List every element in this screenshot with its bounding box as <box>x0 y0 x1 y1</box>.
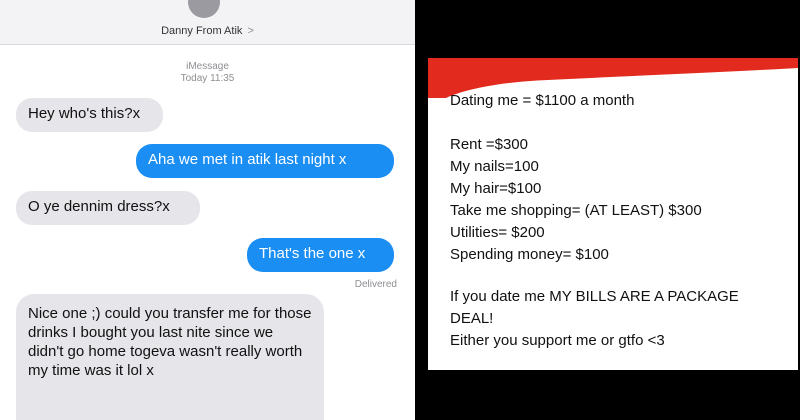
message-bubble-sent[interactable]: That's the one x <box>247 238 394 272</box>
post-line: If you date me MY BILLS ARE A PACKAGE <box>450 288 739 305</box>
message-bubble-received[interactable]: Nice one ;) could you transfer me for th… <box>16 294 324 420</box>
post-line: My hair=$100 <box>450 180 542 197</box>
service-label: iMessage <box>186 61 229 72</box>
message-bubble-received[interactable]: Hey who's this?x <box>16 98 163 132</box>
timestamp: Today 11:35 <box>180 73 235 84</box>
avatar[interactable] <box>188 0 220 18</box>
imessage-screenshot: Danny From Atik > iMessage Today 11:35 H… <box>0 0 415 420</box>
post-line: Dating me = $1100 a month <box>450 92 635 109</box>
message-bubble-sent[interactable]: Aha we met in atik last night x <box>136 144 394 178</box>
post-line: Rent =$300 <box>450 136 528 153</box>
post-line: Either you support me or gtfo <3 <box>450 332 665 349</box>
message-bubble-received[interactable]: O ye dennim dress?x <box>16 191 200 225</box>
chevron-right-icon: > <box>247 25 254 37</box>
post-line: Spending money= $100 <box>450 246 609 263</box>
post-line: Utilities= $200 <box>450 224 545 241</box>
post-line: My nails=100 <box>450 158 539 175</box>
post-line: Take me shopping= (AT LEAST) $300 <box>450 202 702 219</box>
post-screenshot: Dating me = $1100 a month Rent =$300 My … <box>428 58 798 370</box>
conversation-header: Danny From Atik > <box>0 0 415 45</box>
contact-name: Danny From Atik <box>161 25 243 37</box>
post-line: DEAL! <box>450 310 494 327</box>
delivered-status: Delivered <box>354 279 397 290</box>
contact-name-button[interactable]: Danny From Atik > <box>0 25 415 37</box>
